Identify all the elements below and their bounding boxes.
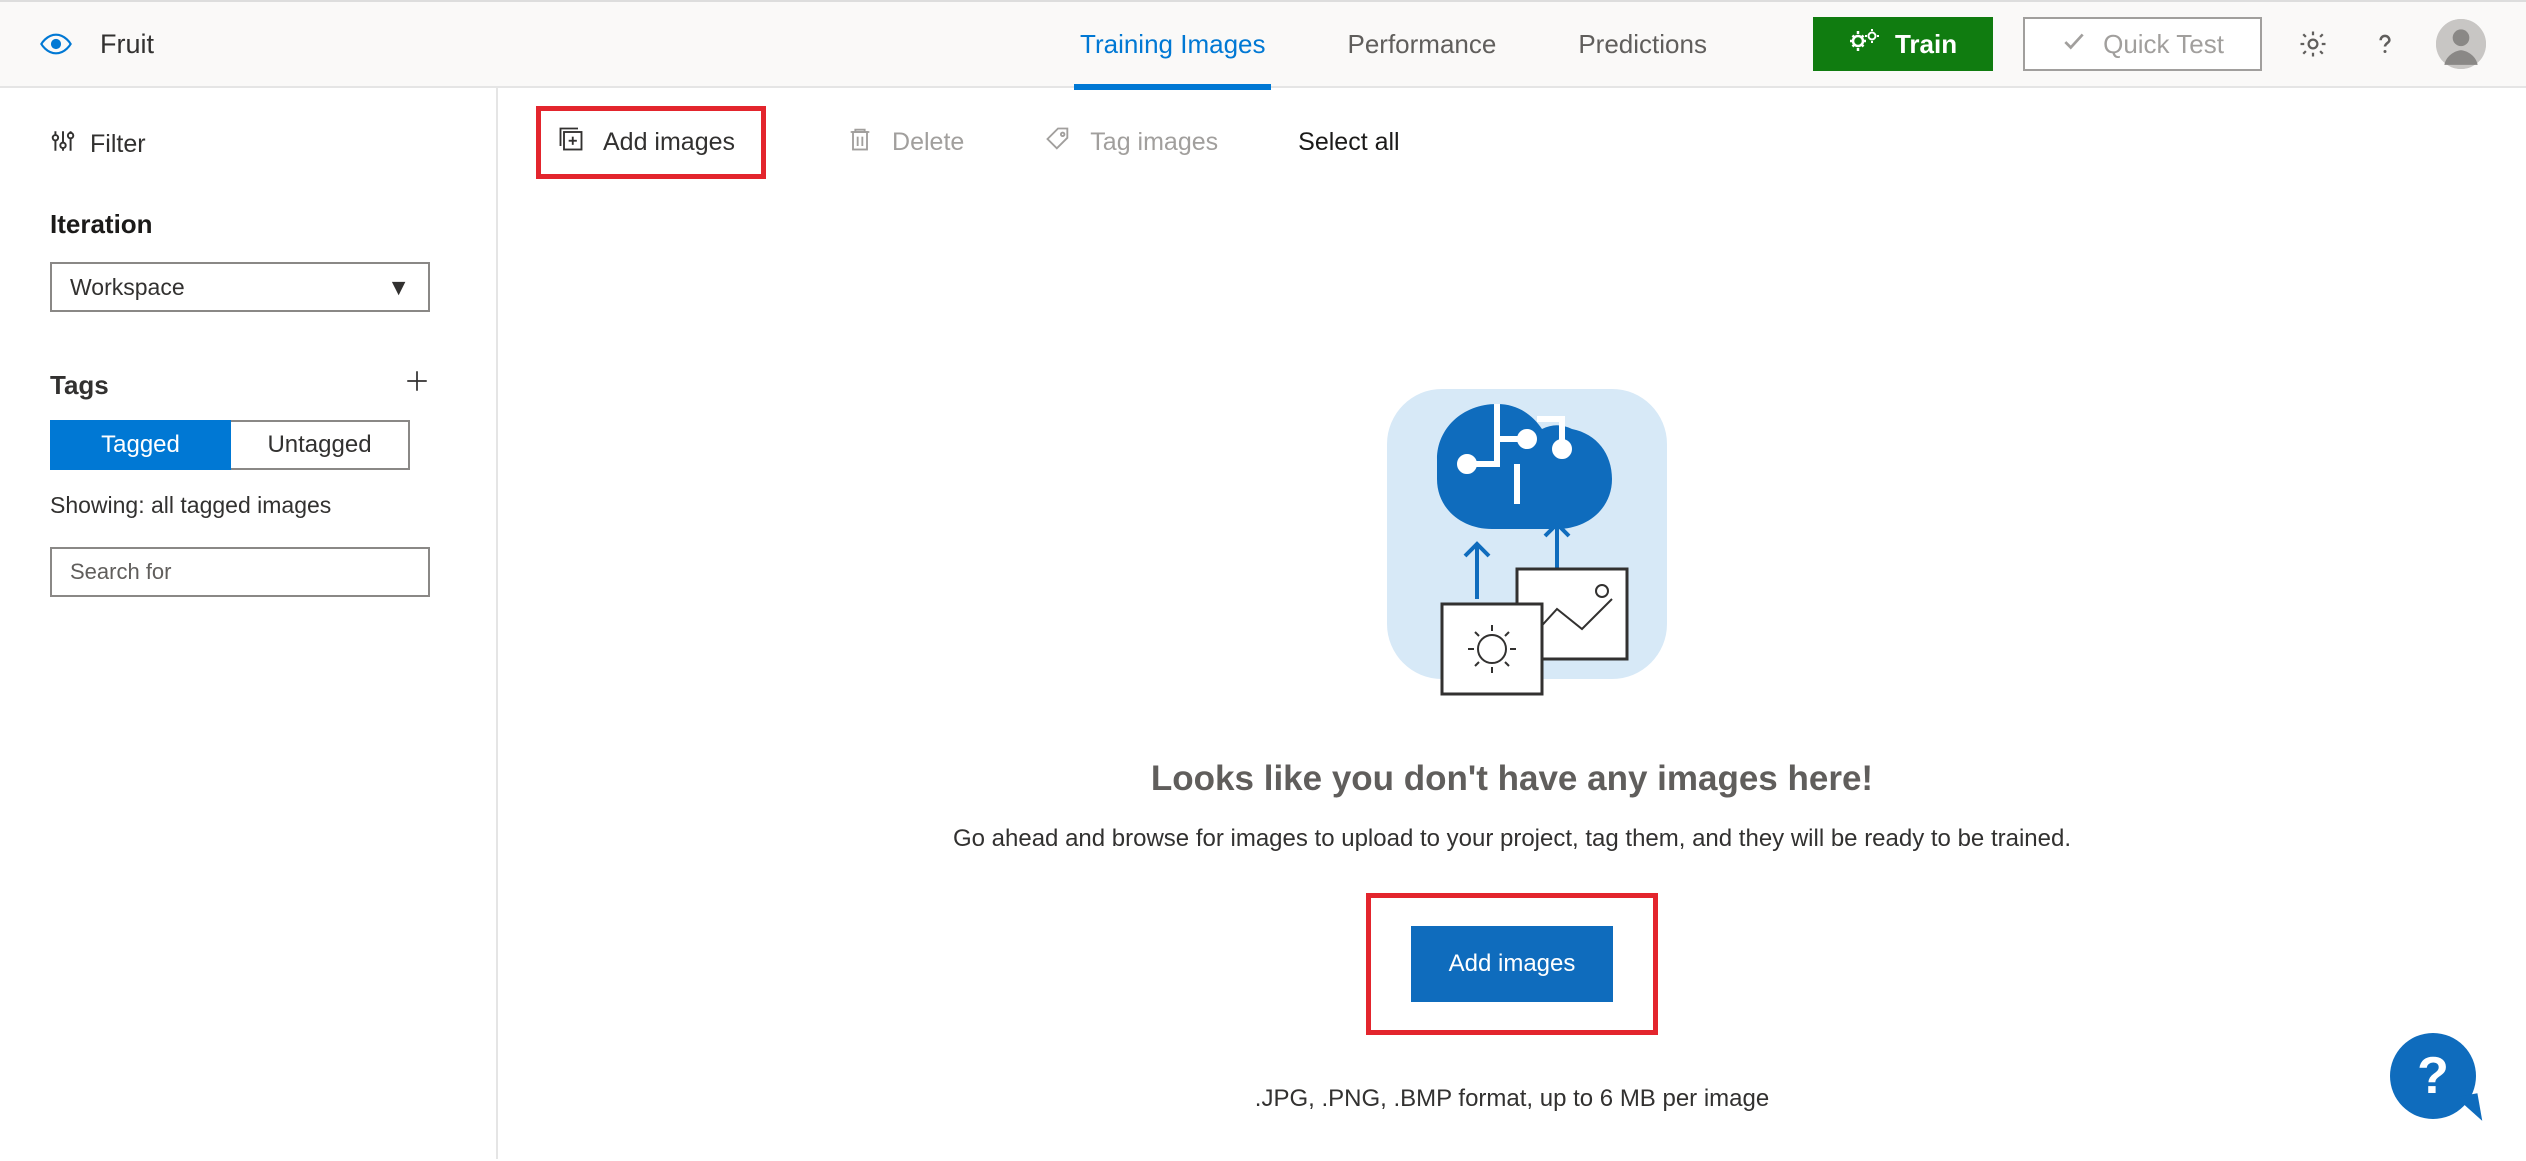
empty-illustration	[1347, 369, 1677, 699]
header-actions: Train Quick Test	[1813, 17, 2486, 71]
quick-test-label: Quick Test	[2103, 29, 2224, 60]
toggle-tagged[interactable]: Tagged	[50, 420, 231, 470]
toolbar-delete: Delete	[846, 125, 964, 160]
empty-state: Looks like you don't have any images her…	[528, 369, 2496, 1113]
iteration-heading: Iteration	[50, 209, 446, 240]
add-images-button[interactable]: Add images	[1411, 926, 1614, 1002]
toolbar-add-images[interactable]: Add images	[557, 125, 735, 160]
train-button-label: Train	[1895, 29, 1957, 60]
avatar[interactable]	[2436, 19, 2486, 69]
highlight-add-images: Add images	[536, 106, 766, 179]
tags-header: Tags	[50, 368, 430, 402]
help-fab[interactable]: ?	[2390, 1033, 2476, 1119]
tab-training-images[interactable]: Training Images	[1074, 0, 1271, 88]
gear-icon	[2298, 29, 2328, 59]
tab-predictions[interactable]: Predictions	[1572, 0, 1713, 88]
trash-icon	[846, 125, 874, 160]
tag-icon	[1044, 125, 1072, 160]
toggle-untagged[interactable]: Untagged	[231, 420, 410, 470]
tab-performance[interactable]: Performance	[1341, 0, 1502, 88]
add-tag-button[interactable]	[404, 368, 430, 402]
main-content: Add images Delete Tag imag	[498, 88, 2526, 1159]
user-icon	[2436, 19, 2486, 69]
help-button[interactable]	[2364, 23, 2406, 65]
empty-description: Go ahead and browse for images to upload…	[528, 825, 2496, 853]
chevron-down-icon: ▼	[387, 274, 410, 301]
project-title-block: Fruit	[40, 28, 154, 60]
image-toolbar: Add images Delete Tag imag	[528, 106, 2496, 179]
highlight-add-images-center: Add images	[1366, 893, 1659, 1035]
filter-row[interactable]: Filter	[50, 128, 446, 161]
help-icon	[2370, 29, 2400, 59]
search-input[interactable]	[50, 547, 430, 597]
toolbar-add-images-label: Add images	[603, 128, 735, 157]
sliders-icon	[50, 128, 76, 161]
empty-title: Looks like you don't have any images her…	[528, 759, 2496, 799]
gears-icon	[1849, 28, 1879, 61]
settings-button[interactable]	[2292, 23, 2334, 65]
add-image-icon	[557, 125, 585, 160]
app-header: Fruit Training Images Performance Predic…	[0, 0, 2526, 88]
eye-icon	[40, 28, 72, 60]
sidebar: Filter Iteration Workspace ▼ Tags Tagged…	[0, 88, 498, 1159]
filter-label: Filter	[90, 130, 146, 159]
toolbar-select-all[interactable]: Select all	[1298, 128, 1399, 157]
iteration-select[interactable]: Workspace ▼	[50, 262, 430, 312]
nav-tabs: Training Images Performance Predictions	[1074, 0, 1713, 88]
format-hint: .JPG, .PNG, .BMP format, up to 6 MB per …	[528, 1085, 2496, 1113]
showing-text: Showing: all tagged images	[50, 492, 446, 519]
plus-icon	[404, 368, 430, 394]
help-fab-label: ?	[2417, 1046, 2449, 1106]
toolbar-delete-label: Delete	[892, 128, 964, 157]
iteration-selected-value: Workspace	[70, 274, 185, 301]
toolbar-tag-images: Tag images	[1044, 125, 1218, 160]
project-title: Fruit	[100, 29, 154, 60]
toolbar-tag-images-label: Tag images	[1090, 128, 1218, 157]
tags-heading: Tags	[50, 370, 109, 401]
tag-toggle: Tagged Untagged	[50, 420, 410, 470]
quick-test-button[interactable]: Quick Test	[2023, 17, 2262, 71]
train-button[interactable]: Train	[1813, 17, 1993, 71]
check-icon	[2061, 28, 2087, 61]
